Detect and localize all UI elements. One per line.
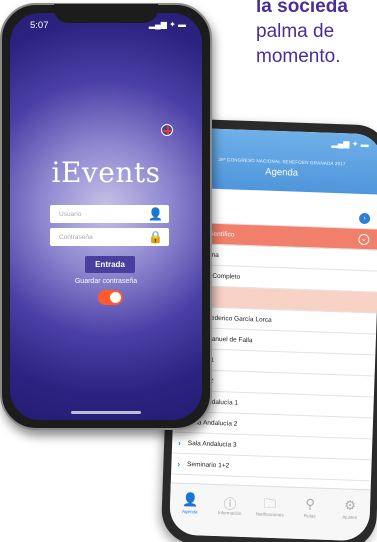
ievents-screen: 5:07 ▂▄▆ ✦ ▬ iEvents Usuario 👤 Contraseñ… xyxy=(10,13,202,420)
agenda-row-label: Sala Andalucía 3 xyxy=(187,439,237,449)
agenda-status-icons: ▂▄▆ ✦ ▬ xyxy=(331,138,369,150)
tab-label: Ajustes xyxy=(342,514,358,520)
tab-agenda[interactable]: 👤 Agenda xyxy=(172,492,207,536)
toggle-knob xyxy=(110,292,121,303)
tab-label: Agenda xyxy=(181,508,198,515)
expand-chevron-icon[interactable]: › xyxy=(358,212,371,224)
pin-icon: ⚲ xyxy=(305,496,316,512)
home-indicator xyxy=(71,411,141,414)
lock-icon: 🔒 xyxy=(148,230,163,244)
tab-label: Información xyxy=(217,510,242,516)
username-placeholder: Usuario xyxy=(59,210,82,218)
background-line-3: momento. xyxy=(256,46,341,67)
user-icon: 👤 xyxy=(148,207,163,221)
collapse-chevron-icon[interactable]: ⌄ xyxy=(358,233,370,245)
tab-label: Rutas xyxy=(303,513,316,519)
folder-icon: 🗀 xyxy=(263,495,277,512)
status-icons: ▂▄▆ ✦ ▬ xyxy=(148,20,186,29)
tab-label: Notificaciones xyxy=(255,511,284,518)
remember-password-label: Guardar contraseña xyxy=(74,278,138,285)
agenda-tab-bar: 👤 Agenda ⓘ Información 🗀 Notificaciones ⚲ Rutas… xyxy=(168,482,371,542)
tab-ajustes[interactable]: ⚙ Ajustes xyxy=(332,497,367,541)
gear-icon: ⚙ xyxy=(344,497,357,513)
username-field[interactable]: Usuario 👤 xyxy=(50,205,169,223)
remember-password-toggle[interactable] xyxy=(98,290,123,305)
status-time: 5:07 xyxy=(30,20,49,31)
chevron-right-icon: › xyxy=(178,438,181,448)
background-paragraph: la socieda palma de momento. xyxy=(256,0,377,69)
ievents-logo: iEvents xyxy=(51,156,161,189)
person-icon: 👤 xyxy=(181,491,199,508)
ievents-phone: 5:07 ▂▄▆ ✦ ▬ iEvents Usuario 👤 Contraseñ… xyxy=(0,3,212,430)
password-placeholder: Contraseña xyxy=(59,233,93,241)
agenda-row-label: Seminario 1+2 xyxy=(186,460,230,469)
tab-notificaciones[interactable]: 🗀 Notificaciones xyxy=(252,494,287,538)
background-line-1: la socieda xyxy=(256,0,348,17)
language-flag-icon[interactable] xyxy=(161,124,173,136)
password-field[interactable]: Contraseña 🔒 xyxy=(50,228,169,246)
tab-rutas[interactable]: ⚲ Rutas xyxy=(292,496,327,540)
info-icon: ⓘ xyxy=(223,496,237,512)
tab-informacin[interactable]: ⓘ Información xyxy=(212,493,247,537)
chevron-right-icon: › xyxy=(177,459,181,469)
phone-notch xyxy=(54,4,158,23)
login-button[interactable]: Entrada xyxy=(85,256,135,273)
background-line-2: palma de xyxy=(256,21,335,42)
